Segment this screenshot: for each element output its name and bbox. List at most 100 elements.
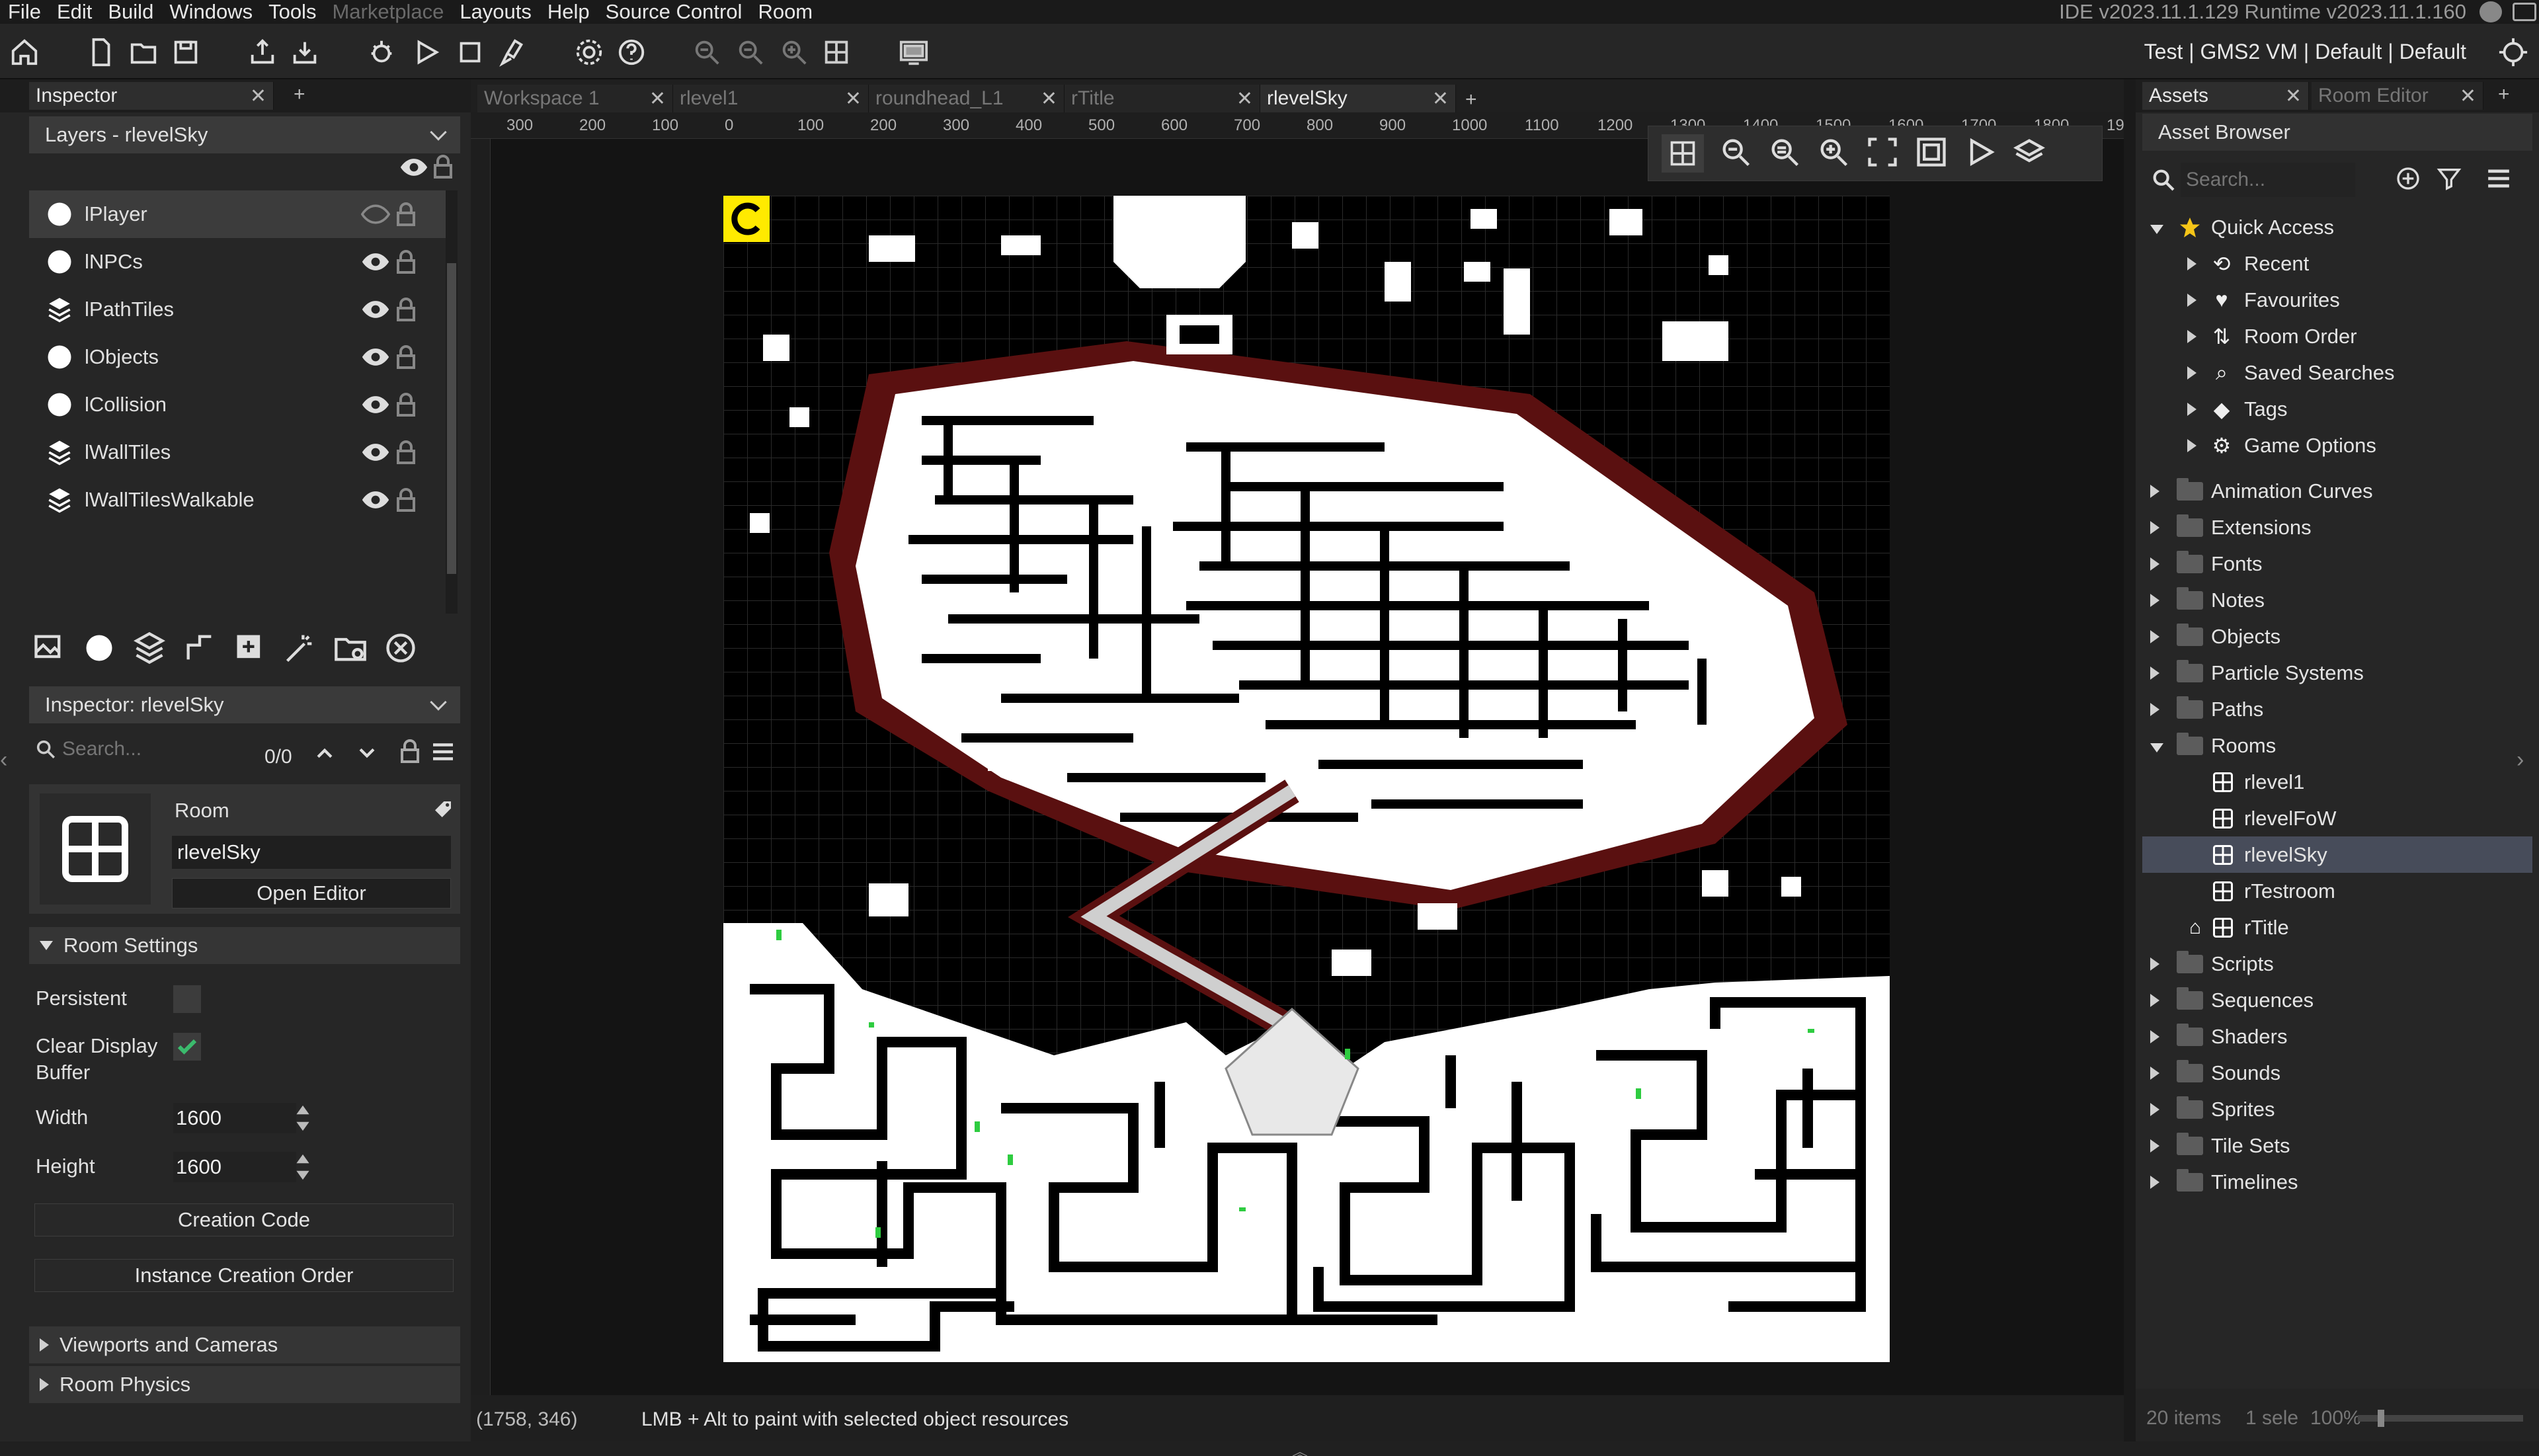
layer-row-lwalltiles[interactable]: lWallTiles <box>29 428 446 476</box>
eye-icon[interactable] <box>361 490 390 510</box>
tab-workspace-1[interactable]: Workspace 1 ✕ <box>477 85 673 112</box>
player-marker[interactable] <box>723 196 770 242</box>
asset-layer-icon[interactable] <box>233 631 267 665</box>
menu-build[interactable]: Build <box>100 0 161 24</box>
zoom-slider[interactable] <box>2358 1410 2523 1427</box>
room-rtitle[interactable]: ⌂ rTitle <box>2142 909 2532 946</box>
chevron-up-icon[interactable] <box>313 742 336 764</box>
layer-row-lplayer[interactable]: lPlayer <box>29 190 446 238</box>
asset-search-input[interactable] <box>2181 163 2355 197</box>
zoom-reset-icon[interactable] <box>1767 135 1802 173</box>
eye-icon[interactable] <box>361 252 390 272</box>
menu-source-control[interactable]: Source Control <box>598 0 750 24</box>
persistent-checkbox[interactable] <box>173 985 201 1013</box>
tag-icon[interactable] <box>432 799 454 820</box>
lock-icon[interactable] <box>397 345 415 369</box>
close-icon[interactable]: ✕ <box>845 87 862 110</box>
menu-icon[interactable] <box>2486 168 2511 190</box>
layers-toggle-icon[interactable] <box>2012 135 2046 173</box>
clean-icon[interactable] <box>496 36 529 69</box>
close-icon[interactable]: ✕ <box>1236 87 1253 110</box>
quick-access-header[interactable]: Quick Access <box>2142 209 2532 245</box>
new-project-icon[interactable] <box>85 36 118 69</box>
menu-layouts[interactable]: Layouts <box>452 0 540 24</box>
width-field[interactable] <box>173 1103 296 1133</box>
tab-rtitle[interactable]: rTitle ✕ <box>1065 85 1260 112</box>
tile-layer-icon[interactable] <box>132 631 167 665</box>
resource-name-field[interactable] <box>172 836 451 869</box>
viewports-section[interactable]: Viewports and Cameras <box>29 1326 460 1363</box>
instance-order-button[interactable]: Instance Creation Order <box>34 1259 454 1292</box>
zoom-reset-icon[interactable] <box>734 36 767 69</box>
quick-tags[interactable]: ◆ Tags <box>2142 391 2532 427</box>
quick-recent[interactable]: ⟲ Recent <box>2142 245 2532 282</box>
open-project-icon[interactable] <box>127 36 160 69</box>
close-icon[interactable]: ✕ <box>1432 87 1449 110</box>
room-rlevelsky[interactable]: rlevelSky <box>2142 836 2532 873</box>
menu-edit[interactable]: Edit <box>49 0 100 24</box>
layer-row-lpathtiles[interactable]: lPathTiles <box>29 286 446 333</box>
folder-bottom-5[interactable]: Tile Sets <box>2142 1127 2532 1164</box>
delete-layer-icon[interactable] <box>383 631 418 665</box>
inspector-search-input[interactable] <box>62 734 247 764</box>
width-stepper[interactable] <box>295 1103 311 1133</box>
fit-view-icon[interactable] <box>1865 135 1900 173</box>
help-icon[interactable] <box>615 36 648 69</box>
stop-icon[interactable] <box>454 36 487 69</box>
collapse-left-icon[interactable]: ‹ <box>0 747 24 787</box>
folder-bottom-4[interactable]: Sprites <box>2142 1091 2532 1127</box>
zoom-in-icon[interactable] <box>778 36 811 69</box>
menu-help[interactable]: Help <box>540 0 598 24</box>
folder-top-4[interactable]: Objects <box>2142 618 2532 655</box>
room-rlevel1[interactable]: rlevel1 <box>2142 764 2532 800</box>
close-icon[interactable]: ✕ <box>649 87 666 110</box>
layer-row-lcollision[interactable]: lCollision <box>29 381 446 428</box>
menu-room[interactable]: Room <box>750 0 821 24</box>
close-icon[interactable]: ✕ <box>250 85 266 108</box>
eye-icon[interactable] <box>399 157 428 179</box>
close-icon[interactable]: ✕ <box>2460 85 2476 108</box>
lock-icon[interactable] <box>434 155 452 180</box>
run-icon[interactable] <box>410 36 443 69</box>
tab-rlevel1[interactable]: rlevel1 ✕ <box>673 85 869 112</box>
quick-room-order[interactable]: ⇅ Room Order <box>2142 318 2532 354</box>
lock-icon[interactable] <box>397 488 415 512</box>
filter-icon[interactable] <box>2436 165 2462 192</box>
folder-bottom-3[interactable]: Sounds <box>2142 1055 2532 1091</box>
room-rtestroom[interactable]: rTestroom <box>2142 873 2532 909</box>
tab-rlevelsky[interactable]: rlevelSky ✕ <box>1260 85 1456 112</box>
target-config[interactable]: Test | GMS2 VM | Default | Default <box>2144 40 2466 64</box>
center-view-icon[interactable] <box>1914 135 1949 173</box>
close-icon[interactable]: ✕ <box>1041 87 1057 110</box>
room-settings-header[interactable]: Room Settings <box>29 927 460 964</box>
layer-row-lobjects[interactable]: lObjects <box>29 333 446 381</box>
folder-layer-icon[interactable] <box>333 631 368 665</box>
chevron-down-icon[interactable] <box>356 742 378 764</box>
menu-marketplace[interactable]: Marketplace <box>324 0 452 24</box>
add-tab-icon[interactable]: + <box>284 82 315 107</box>
instance-layer-icon[interactable] <box>82 631 116 665</box>
add-tab-icon[interactable]: + <box>1456 87 1486 112</box>
folder-bottom-6[interactable]: Timelines <box>2142 1164 2532 1200</box>
tab-assets[interactable]: Assets ✕ <box>2142 82 2309 110</box>
folder-top-2[interactable]: Fonts <box>2142 546 2532 582</box>
folder-top-0[interactable]: Animation Curves <box>2142 473 2532 509</box>
debug-icon[interactable] <box>365 36 398 69</box>
layer-row-lnpcs[interactable]: lNPCs <box>29 238 446 286</box>
close-icon[interactable]: ✕ <box>2285 85 2302 108</box>
panel-splitter[interactable] <box>2124 79 2136 1441</box>
eye-icon[interactable] <box>361 347 390 367</box>
background-layer-icon[interactable] <box>32 631 66 665</box>
eye-icon[interactable] <box>361 442 390 462</box>
add-tab-icon[interactable]: + <box>2489 82 2519 107</box>
menu-icon[interactable] <box>431 742 455 763</box>
folder-bottom-2[interactable]: Shaders <box>2142 1018 2532 1055</box>
build-icon[interactable] <box>288 36 321 69</box>
lock-icon[interactable] <box>397 250 415 274</box>
folder-top-6[interactable]: Paths <box>2142 691 2532 727</box>
eye-icon[interactable] <box>360 204 391 224</box>
zoom-in-icon[interactable] <box>1816 135 1851 173</box>
physics-section[interactable]: Room Physics <box>29 1366 460 1403</box>
scrollbar[interactable] <box>446 190 458 614</box>
quick-game-options[interactable]: ⚙ Game Options <box>2142 427 2532 464</box>
